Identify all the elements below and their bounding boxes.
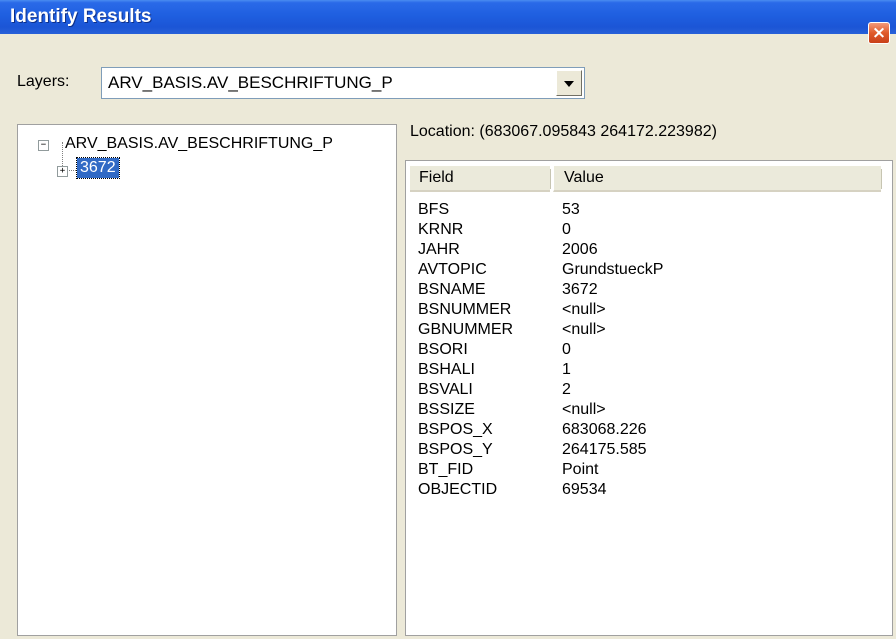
results-tree[interactable] <box>17 124 397 636</box>
column-header-field[interactable]: Field <box>410 166 550 192</box>
field-name: KRNR <box>418 221 464 238</box>
layers-dropdown[interactable]: ARV_BASIS.AV_BESCHRIFTUNG_P <box>101 67 585 99</box>
field-value: 264175.585 <box>562 441 647 458</box>
chevron-down-icon <box>564 81 574 87</box>
field-name: BSPOS_X <box>418 421 493 438</box>
tree-node-layer[interactable]: ARV_BASIS.AV_BESCHRIFTUNG_P <box>65 135 333 153</box>
field-value: 69534 <box>562 481 607 498</box>
field-name: OBJECTID <box>418 481 498 498</box>
field-value: Point <box>562 461 599 478</box>
field-name: GBNUMMER <box>418 321 514 338</box>
field-value: 1 <box>562 361 571 378</box>
field-value: 683068.226 <box>562 421 647 438</box>
tree-node-feature[interactable]: 3672 <box>76 157 120 179</box>
close-icon: × <box>871 23 887 43</box>
column-header-value[interactable]: Value <box>553 166 881 192</box>
layers-label: Layers: <box>17 73 70 90</box>
expand-icon[interactable]: + <box>57 166 68 177</box>
title-bar[interactable]: Identify Results <box>0 0 896 34</box>
field-name: AVTOPIC <box>418 261 487 278</box>
dropdown-arrow-button[interactable] <box>556 70 582 96</box>
location-readout: Location: (683067.095843 264172.223982) <box>410 123 717 140</box>
collapse-icon[interactable]: − <box>38 140 49 151</box>
field-name: JAHR <box>418 241 460 258</box>
field-value: 3672 <box>562 281 598 298</box>
field-value: 0 <box>562 221 571 238</box>
field-value: <null> <box>562 321 606 338</box>
field-name: BSPOS_Y <box>418 441 493 458</box>
column-divider[interactable] <box>881 169 882 189</box>
field-name: BSHALI <box>418 361 475 378</box>
close-button[interactable]: × <box>868 22 890 44</box>
field-value: 0 <box>562 341 571 358</box>
column-divider[interactable] <box>550 169 551 189</box>
field-value: GrundstueckP <box>562 261 664 278</box>
field-name: BT_FID <box>418 461 474 478</box>
field-value: 2 <box>562 381 571 398</box>
window-title: Identify Results <box>10 6 152 27</box>
layers-selected-value: ARV_BASIS.AV_BESCHRIFTUNG_P <box>108 73 393 92</box>
field-value: 2006 <box>562 241 598 258</box>
field-name: BFS <box>418 201 450 218</box>
field-value: 53 <box>562 201 580 218</box>
field-name: BSSIZE <box>418 401 475 418</box>
attribute-table[interactable] <box>405 160 893 636</box>
field-value: <null> <box>562 401 606 418</box>
field-value: <null> <box>562 301 606 318</box>
field-name: BSNUMMER <box>418 301 512 318</box>
field-name: BSORI <box>418 341 468 358</box>
field-name: BSNAME <box>418 281 486 298</box>
field-name: BSVALI <box>418 381 473 398</box>
